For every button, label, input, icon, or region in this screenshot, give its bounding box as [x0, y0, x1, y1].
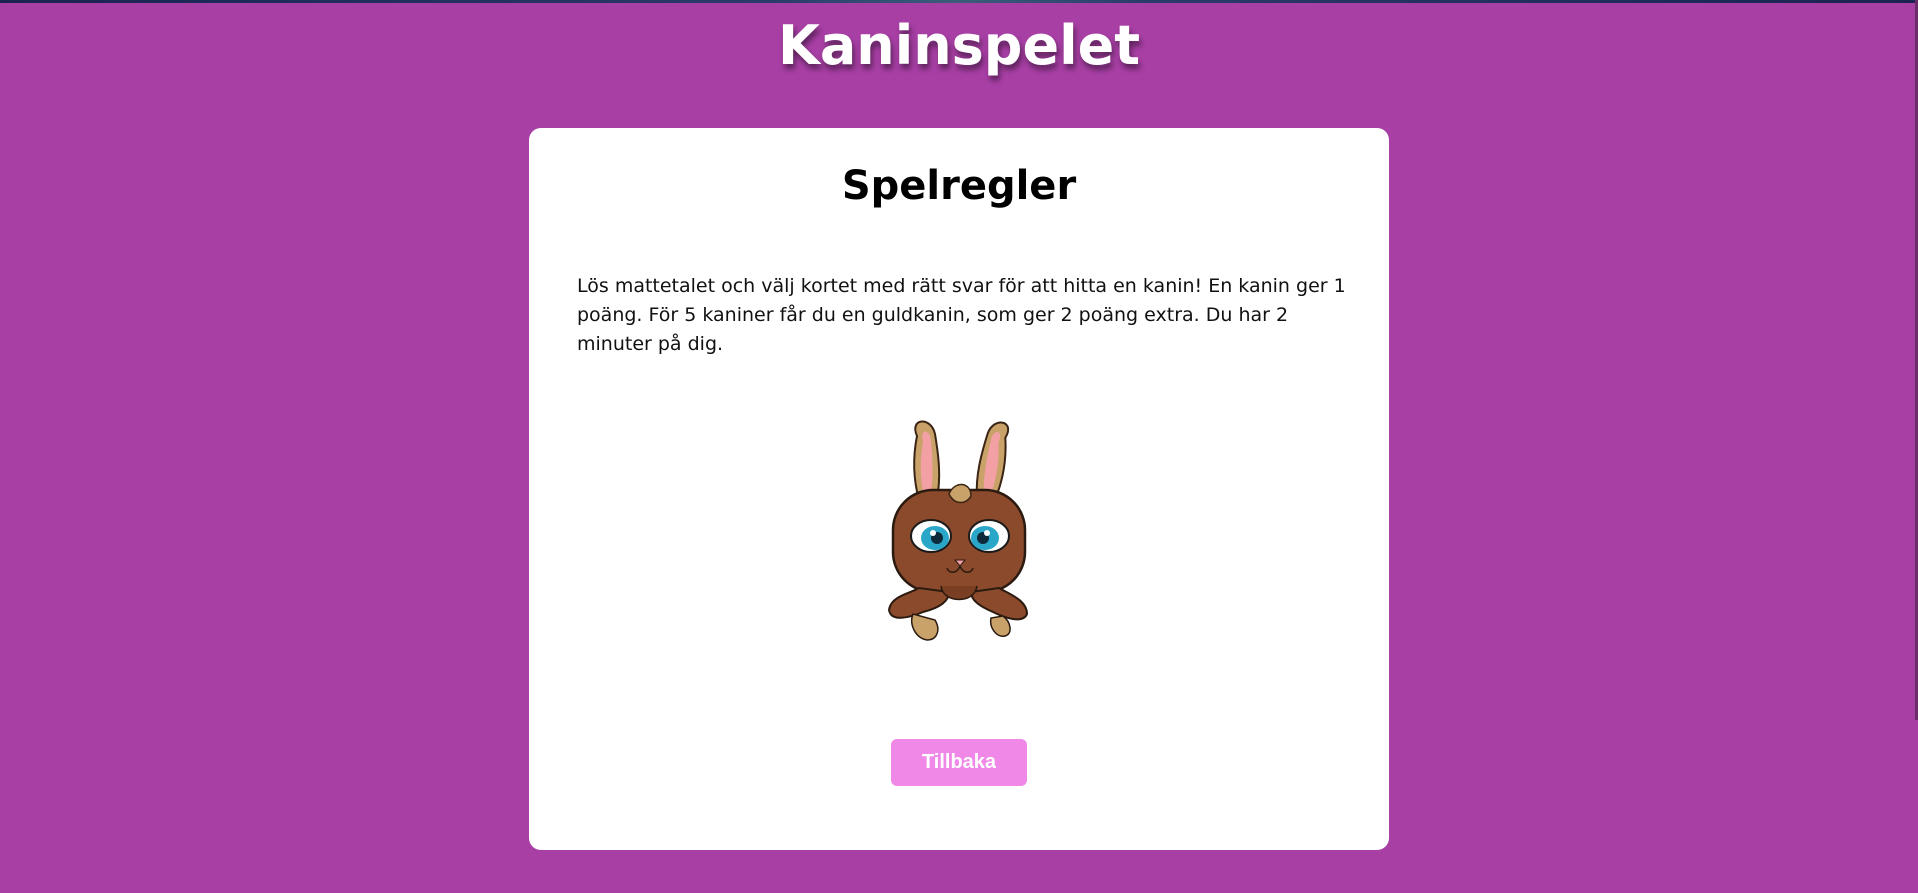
- bunny-icon: [887, 420, 1029, 641]
- rules-title: Spelregler: [841, 163, 1077, 209]
- rules-text: Lös mattetalet och välj kortet med rätt …: [577, 275, 1346, 355]
- window-top-strip: [0, 0, 1918, 3]
- bunny-illustration: [879, 418, 1039, 648]
- back-button[interactable]: Tillbaka: [891, 739, 1027, 786]
- app-title: Kaninspelet: [777, 14, 1141, 77]
- rules-card: Spelregler Lös mattetalet och välj korte…: [529, 128, 1389, 850]
